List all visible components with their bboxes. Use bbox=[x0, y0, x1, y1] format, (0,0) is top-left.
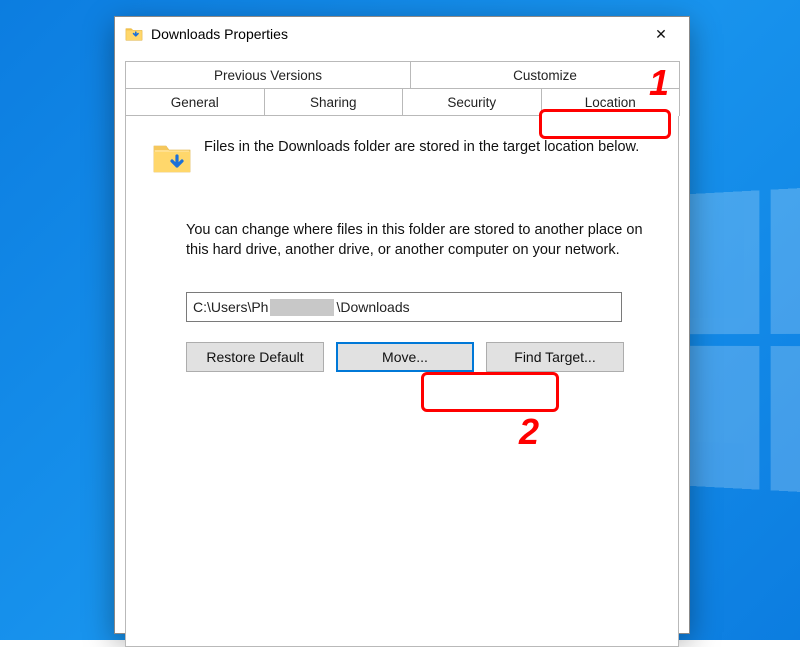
explain-text: You can change where files in this folde… bbox=[186, 221, 644, 260]
close-button[interactable]: ✕ bbox=[639, 20, 683, 48]
titlebar: Downloads Properties ✕ bbox=[115, 17, 689, 51]
downloads-folder-large-icon bbox=[152, 138, 192, 183]
move-button[interactable]: Move... bbox=[336, 342, 474, 372]
window-title: Downloads Properties bbox=[151, 26, 639, 42]
downloads-folder-icon bbox=[125, 25, 143, 43]
annotation-marker-1: 1 bbox=[649, 62, 669, 104]
tab-strip: Previous Versions Customize General Shar… bbox=[115, 51, 689, 647]
restore-default-button[interactable]: Restore Default bbox=[186, 342, 324, 372]
annotation-marker-2: 2 bbox=[519, 411, 539, 453]
location-path-input[interactable]: C:\Users\Ph \Downloads bbox=[186, 292, 622, 322]
close-icon: ✕ bbox=[655, 26, 667, 43]
tab-previous-versions[interactable]: Previous Versions bbox=[125, 61, 411, 89]
redacted-segment bbox=[270, 299, 334, 316]
tab-customize[interactable]: Customize bbox=[410, 61, 680, 89]
annotation-box-2 bbox=[421, 372, 559, 412]
path-prefix: C:\Users\Ph bbox=[193, 299, 268, 315]
path-suffix: \Downloads bbox=[336, 299, 409, 315]
button-row: Restore Default Move... Find Target... bbox=[186, 342, 644, 372]
tab-body-location: Files in the Downloads folder are stored… bbox=[125, 115, 679, 647]
annotation-box-1 bbox=[539, 109, 671, 139]
tab-general[interactable]: General bbox=[125, 88, 265, 116]
tab-sharing[interactable]: Sharing bbox=[264, 88, 404, 116]
tab-security[interactable]: Security bbox=[402, 88, 542, 116]
intro-text: Files in the Downloads folder are stored… bbox=[204, 138, 639, 158]
properties-dialog: Downloads Properties ✕ Previous Versions… bbox=[114, 16, 690, 634]
find-target-button[interactable]: Find Target... bbox=[486, 342, 624, 372]
